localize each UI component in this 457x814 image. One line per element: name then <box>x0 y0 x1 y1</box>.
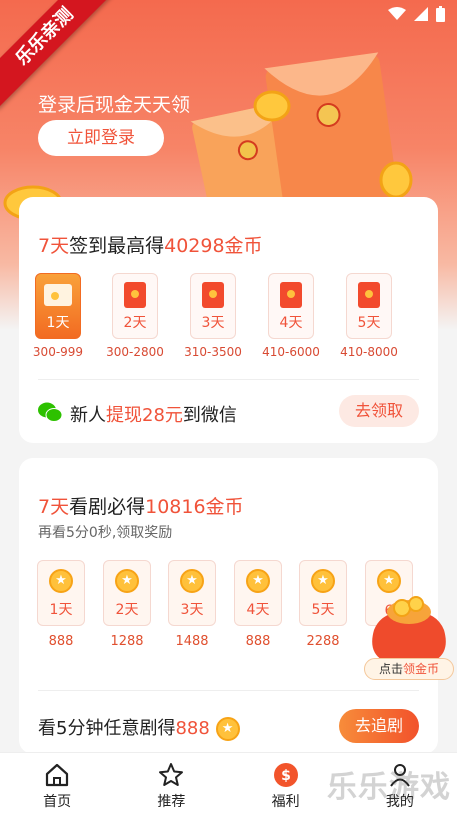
red-envelope-icon <box>358 282 380 308</box>
red-envelope-icon <box>280 282 302 308</box>
watch-reward-amount: 888 <box>175 718 210 739</box>
coin-star-icon: ★ <box>49 569 73 593</box>
coin-decoration <box>253 90 291 122</box>
promo-label-highlight: 领金币 <box>403 662 440 676</box>
watch-day-box: ★ 4天 <box>234 560 282 626</box>
watch-title-amount: 10816金币 <box>145 496 244 518</box>
checkin-day-box: 3天 <box>190 273 236 339</box>
watch-day-label: 4天 <box>246 602 270 618</box>
tab-welfare[interactable]: $ 福利 <box>229 753 343 814</box>
checkin-day-range: 300-999 <box>32 345 84 359</box>
watch-day-label: 3天 <box>180 602 204 618</box>
checkin-day[interactable]: 3天 310-3500 <box>173 273 253 359</box>
battery-icon <box>436 6 445 22</box>
checkin-day-range: 410-6000 <box>262 345 320 359</box>
red-envelope-icon <box>124 282 146 308</box>
tab-label: 首页 <box>43 794 72 810</box>
checkin-day-range: 310-3500 <box>184 345 242 359</box>
watch-subtitle: 再看5分0秒,领取奖励 <box>38 525 173 541</box>
checkin-day-label: 1天 <box>46 315 70 331</box>
tab-recommend[interactable]: 推荐 <box>114 753 228 814</box>
dollar-icon: $ <box>273 763 298 787</box>
watch-reward-prefix: 看5分钟任意剧得 <box>38 718 176 739</box>
divider <box>38 379 419 380</box>
checkin-day-label: 4天 <box>279 315 303 331</box>
checkin-day-box: 2天 <box>112 273 158 339</box>
checkin-day-box: 1天 <box>35 273 81 339</box>
coin-star-icon: ★ <box>115 569 139 593</box>
star-icon <box>159 763 184 786</box>
login-button[interactable]: 立即登录 <box>38 120 164 156</box>
coin-bag-icon <box>372 596 446 666</box>
checkin-title: 7天签到最高得40298金币 <box>38 231 263 258</box>
coin-star-icon: ★ <box>215 717 240 741</box>
wechat-text-prefix: 新人 <box>70 405 106 426</box>
claim-button[interactable]: 去领取 <box>339 395 419 427</box>
red-envelope-icon <box>202 282 224 308</box>
checkin-day[interactable]: 2天 300-2800 <box>95 273 175 359</box>
watch-title-text: 看剧必得 <box>69 496 146 518</box>
wechat-text-suffix: 到微信 <box>182 405 237 426</box>
checkin-title-days: 7天 <box>38 235 70 257</box>
watch-title-days: 7天 <box>38 496 70 518</box>
checkin-day-label: 5天 <box>357 315 381 331</box>
wifi-icon <box>388 7 406 20</box>
tab-home[interactable]: 首页 <box>0 753 114 814</box>
checkin-day[interactable]: 1天 300-999 <box>18 273 98 359</box>
checkin-day-box: 4天 <box>268 273 314 339</box>
watch-day-label: 2天 <box>115 602 139 618</box>
watermark: 乐乐游戏 <box>327 770 451 805</box>
watch-day-label: 5天 <box>311 602 335 618</box>
coin-star-icon: ★ <box>246 569 270 593</box>
promo-label: 点击领金币 <box>364 658 454 680</box>
watch-day-box: ★ 5天 <box>299 560 347 626</box>
checkin-day[interactable]: 5天 410-8000 <box>329 273 409 359</box>
signal-icon <box>414 7 428 21</box>
checkin-day-range: 410-8000 <box>340 345 398 359</box>
red-envelope-icon <box>44 284 72 306</box>
tab-label: 推荐 <box>157 794 186 810</box>
checkin-card: 7天签到最高得40298金币 1天 300-999 2天 300-2800 3天… <box>19 197 438 443</box>
watch-day-amount: 2288 <box>306 634 340 649</box>
coin-star-icon: ★ <box>180 569 204 593</box>
coin-star-icon: ★ <box>311 569 335 593</box>
checkin-day[interactable]: 4天 410-6000 <box>251 273 331 359</box>
wechat-withdraw-text: 新人提现28元到微信 <box>70 401 237 427</box>
watch-day-box: ★ 2天 <box>103 560 151 626</box>
floating-coin-promo[interactable]: 点击领金币 <box>364 590 456 682</box>
watch-day-box: ★ 1天 <box>37 560 85 626</box>
checkin-day-box: 5天 <box>346 273 392 339</box>
login-prompt: 登录后现金天天领 <box>38 94 191 116</box>
checkin-day-label: 3天 <box>201 315 225 331</box>
wechat-text-highlight: 提现28元 <box>106 405 183 426</box>
home-icon <box>46 763 69 787</box>
wechat-withdraw-row: 新人提现28元到微信 去领取 <box>38 393 419 433</box>
divider <box>38 690 419 691</box>
wechat-icon <box>38 402 62 422</box>
watch-day-label: 1天 <box>49 602 73 618</box>
coin-decoration <box>379 161 413 199</box>
svg-text:$: $ <box>281 768 291 784</box>
checkin-day-range: 300-2800 <box>106 345 164 359</box>
watch-title: 7天看剧必得10816金币 <box>38 492 244 519</box>
watch-day-box: ★ 3天 <box>168 560 216 626</box>
promo-label-prefix: 点击 <box>378 662 403 676</box>
checkin-day-label: 2天 <box>123 315 147 331</box>
chase-drama-button[interactable]: 去追剧 <box>339 709 419 743</box>
watch-reward-text: 看5分钟任意剧得888 ★ <box>38 714 240 741</box>
checkin-title-amount: 40298金币 <box>164 235 263 257</box>
tab-label: 福利 <box>271 794 300 810</box>
checkin-title-text: 签到最高得 <box>69 235 165 257</box>
